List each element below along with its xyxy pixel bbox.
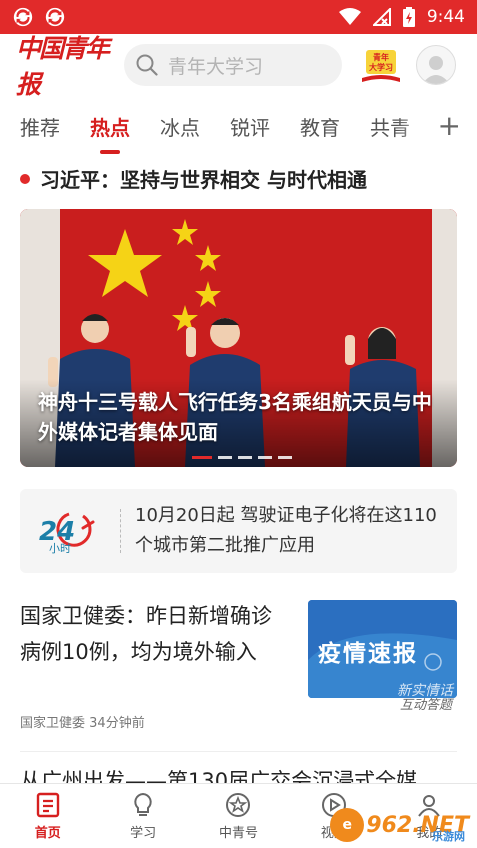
svg-text:大学习: 大学习: [369, 62, 393, 72]
thumb-title: 疫情速报: [318, 641, 418, 667]
sync-icon-2: [45, 7, 65, 27]
clock-24-icon: 24 小时: [39, 512, 95, 554]
watermark-subtext: 乐游网: [432, 830, 465, 843]
tab-comment[interactable]: 锐评: [230, 112, 270, 141]
nav-study-label: 学习: [130, 825, 157, 841]
tab-recommend[interactable]: 推荐: [20, 112, 60, 141]
search-icon: [136, 54, 158, 76]
wifi-icon: [338, 8, 361, 25]
tab-education[interactable]: 教育: [300, 112, 340, 141]
nav-youth-account-label: 中青号: [218, 825, 258, 841]
tab-ice[interactable]: 冰点: [160, 112, 200, 141]
24h-icon: 24 小时: [20, 508, 120, 554]
youth-study-icon: 青年 大学习: [362, 50, 400, 82]
news-meta: 国家卫健委 34分钟前: [20, 712, 145, 731]
add-channel-button[interactable]: +: [438, 112, 461, 140]
carousel-dot: [258, 456, 272, 459]
lightbulb-icon: [134, 792, 152, 816]
news-title: 国家卫健委：昨日新增确诊病例10例，均为境外输入: [20, 604, 272, 664]
search-placeholder: 青年大学习: [168, 55, 264, 78]
tab-fade: [397, 100, 437, 152]
bottom-nav: 首页 学习 中青号 视频 我的 e 962.NET 乐游网: [0, 783, 477, 848]
status-time: 9:44: [426, 7, 465, 27]
nav-study[interactable]: 学习: [95, 784, 190, 848]
status-right: 9:44: [338, 7, 465, 27]
header: 中国青年报 青年大学习 青年 大学习: [0, 34, 477, 99]
home-icon: [36, 792, 59, 817]
carousel-dot: [278, 456, 292, 459]
news-item[interactable]: 国家卫健委：昨日新增确诊病例10例，均为境外输入 国家卫健委 34分钟前 疫情速…: [20, 598, 457, 752]
search-input[interactable]: 青年大学习: [124, 44, 342, 86]
carousel-dot: [218, 456, 232, 459]
no-signal-icon: [372, 8, 391, 26]
hero-caption: 神舟十三号载人飞行任务3名乘组航天员与中外媒体记者集体见面: [38, 390, 432, 444]
battery-charging-icon: [402, 7, 415, 27]
user-avatar-icon: [422, 56, 450, 84]
hero-carousel[interactable]: 神舟十三号载人飞行任务3名乘组航天员与中外媒体记者集体见面: [20, 209, 457, 467]
svg-text:青年: 青年: [373, 52, 389, 62]
brief-text: 10月20日起 驾驶证电子化将在这110个城市第二批推广应用: [135, 505, 437, 556]
app-logo[interactable]: 中国青年报: [16, 29, 116, 101]
headline-dot: [20, 173, 30, 184]
carousel-dot-active: [192, 456, 212, 459]
nav-youth-account[interactable]: 中青号: [191, 784, 286, 848]
site-watermark: e 962.NET 乐游网: [330, 808, 469, 843]
avatar[interactable]: [416, 45, 456, 85]
news-time: 34分钟前: [89, 716, 145, 731]
thumb-caption: 互动答题: [400, 698, 453, 713]
carousel-indicator: [192, 456, 292, 459]
youth-study-badge[interactable]: 青年 大学习: [360, 44, 402, 86]
tab-hot[interactable]: 热点: [90, 112, 130, 154]
24h-brief[interactable]: 24 小时 10月20日起 驾驶证电子化将在这110个城市第二批推广应用: [20, 489, 457, 573]
carousel-dot: [238, 456, 252, 459]
sync-icon: [13, 7, 33, 27]
nav-home-label: 首页: [34, 825, 61, 841]
watermark-logo-icon: e: [330, 808, 365, 842]
top-headline[interactable]: 习近平：坚持与世界相交 与时代相通: [20, 164, 367, 193]
star-badge-icon: [226, 792, 251, 817]
24h-label: 小时: [49, 542, 71, 554]
channel-tabs: 推荐 热点 冰点 锐评 教育 共青 +: [0, 100, 477, 154]
news-thumbnail: 疫情速报 新实情话: [308, 600, 457, 698]
news-source: 国家卫健委: [20, 716, 86, 731]
nav-home[interactable]: 首页: [0, 784, 95, 848]
status-left: [12, 6, 66, 28]
headline-text: 习近平：坚持与世界相交 与时代相通: [40, 168, 367, 192]
